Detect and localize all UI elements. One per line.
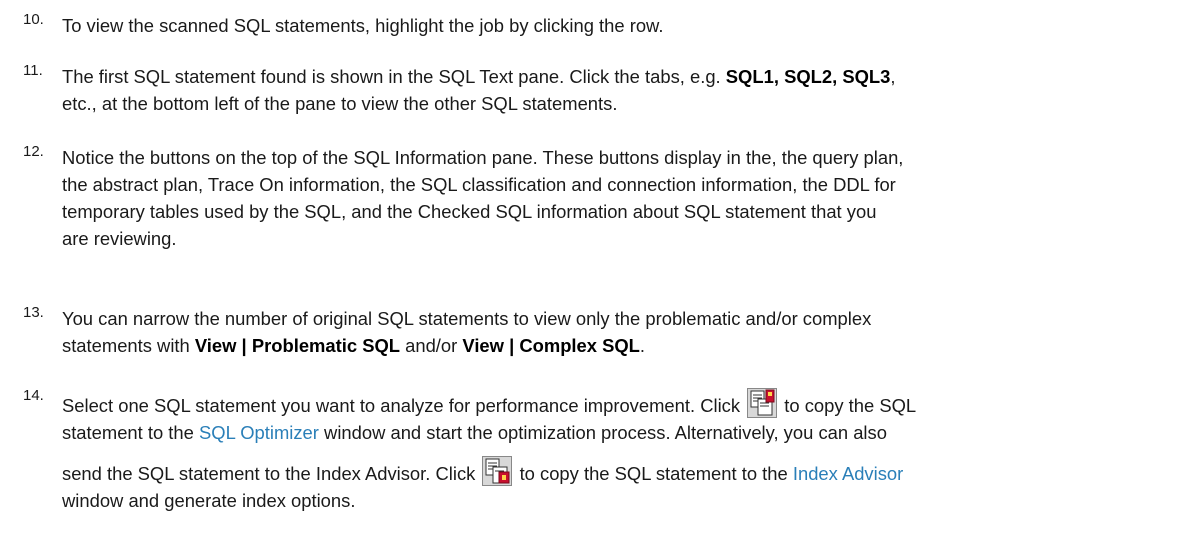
step-text: Select one SQL statement you want to ana…	[62, 388, 1182, 514]
menu-path-complex-sql: View | Complex SQL	[462, 335, 640, 356]
step-text: The first SQL statement found is shown i…	[62, 66, 896, 114]
index-advisor-link[interactable]: Index Advisor	[793, 463, 903, 484]
copy-to-sql-optimizer-icon[interactable]	[747, 388, 778, 418]
tab-name-sql1: SQL1	[725, 66, 774, 87]
sql-optimizer-link[interactable]: SQL Optimizer	[199, 422, 319, 443]
step-number: 13.	[23, 304, 44, 321]
step-text: Notice the buttons on the top of the SQL…	[62, 147, 904, 249]
menu-path-problematic-sql: View | Problematic SQL	[194, 335, 401, 356]
copy-to-index-advisor-icon[interactable]	[482, 456, 513, 486]
step-number: 11.	[23, 62, 43, 79]
tab-name-sql2: SQL2	[784, 66, 833, 87]
step-number: 10.	[23, 11, 44, 28]
step-number: 12.	[23, 143, 44, 160]
tab-name-sql3: SQL3	[842, 66, 891, 87]
step-number: 14.	[23, 387, 44, 404]
step-text: To view the scanned SQL statements, high…	[62, 15, 664, 36]
step-text: You can narrow the number of original SQ…	[62, 308, 872, 356]
